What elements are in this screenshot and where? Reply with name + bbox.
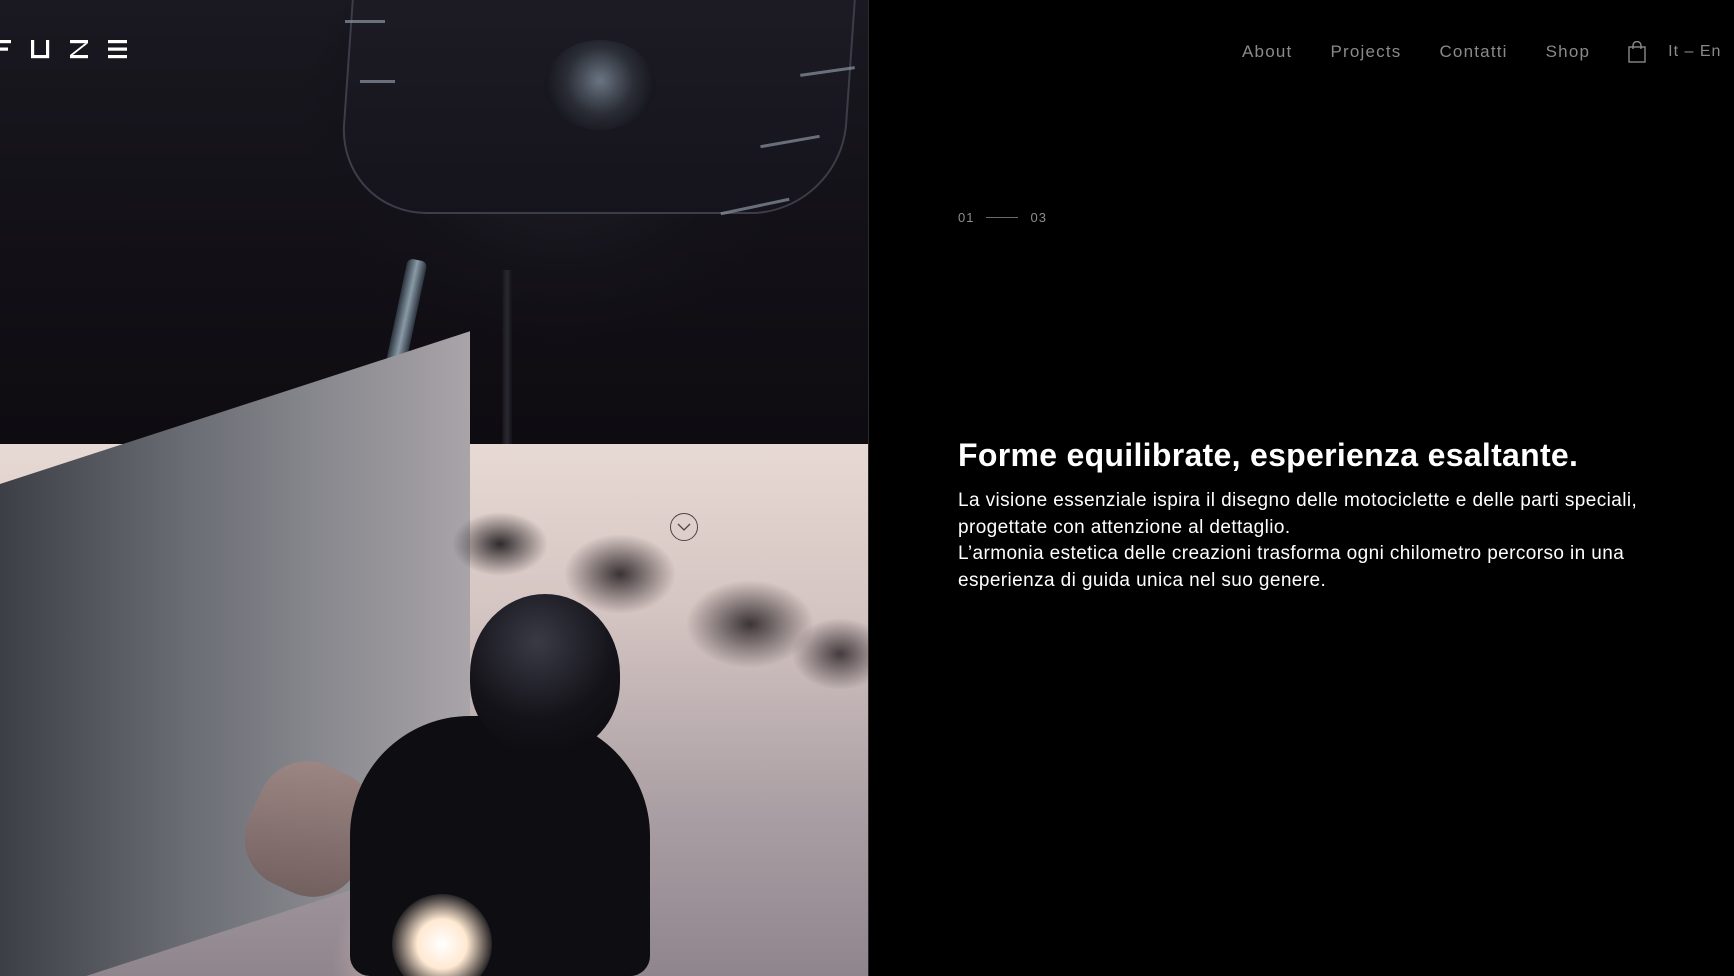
nav-contatti[interactable]: Contatti bbox=[1439, 42, 1507, 62]
led-strip bbox=[360, 80, 395, 83]
rider-image bbox=[0, 331, 868, 976]
headlamp-lens bbox=[545, 40, 655, 130]
nav-about[interactable]: About bbox=[1242, 42, 1292, 62]
nav-shop[interactable]: Shop bbox=[1546, 42, 1591, 62]
shopping-bag-icon bbox=[1628, 41, 1646, 63]
nav-projects[interactable]: Projects bbox=[1330, 42, 1401, 62]
intro-paragraph-1: La visione essenziale ispira il disegno … bbox=[958, 490, 1638, 538]
intro-paragraph-2: L’armonia estetica delle creazioni trasf… bbox=[958, 543, 1625, 591]
headline: Forme equilibrate, esperienza esaltante. bbox=[958, 437, 1579, 473]
slide-counter-divider bbox=[986, 217, 1019, 218]
scroll-down-button[interactable] bbox=[670, 513, 698, 541]
main-navigation: About Projects Contatti Shop It – En bbox=[1242, 38, 1721, 66]
led-strip bbox=[345, 20, 385, 23]
page: About Projects Contatti Shop It – En 01 … bbox=[0, 0, 1734, 976]
fuze-logo-icon bbox=[0, 40, 127, 59]
cart-button[interactable] bbox=[1628, 41, 1648, 63]
chevron-down-icon bbox=[677, 523, 691, 531]
column-divider bbox=[868, 0, 869, 976]
slide-counter: 01 03 bbox=[958, 210, 1047, 225]
slide-total: 03 bbox=[1030, 210, 1047, 225]
intro-text-block: Forme equilibrate, esperienza esaltante.… bbox=[958, 437, 1688, 594]
slide-current: 01 bbox=[958, 210, 975, 225]
hero-image-column bbox=[0, 0, 868, 976]
rider-helmet bbox=[470, 594, 620, 754]
front-fork-shadow bbox=[502, 270, 512, 450]
language-switcher[interactable]: It – En bbox=[1668, 43, 1721, 61]
brand-logo[interactable] bbox=[0, 38, 130, 60]
